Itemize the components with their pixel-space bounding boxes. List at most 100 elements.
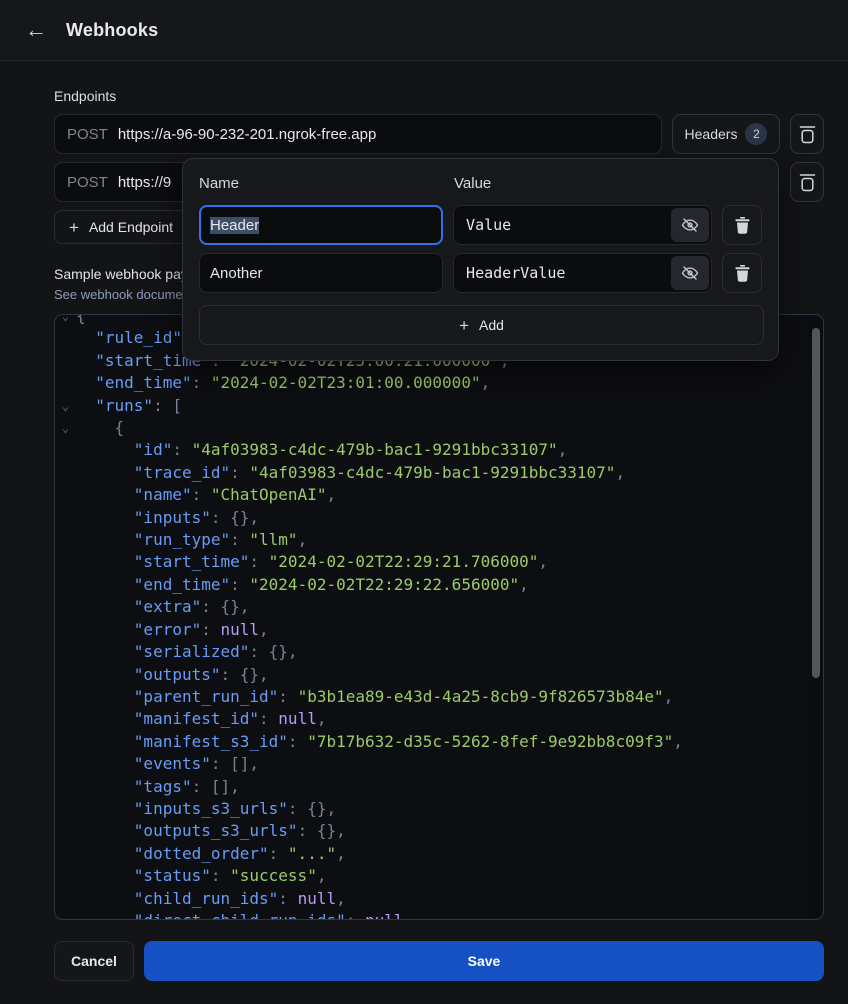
code-line: "child_run_ids": null, bbox=[55, 888, 823, 910]
back-button[interactable]: ← bbox=[22, 16, 50, 44]
code-line: "manifest_id": null, bbox=[55, 708, 823, 730]
code-line: "end_time": "2024-02-02T23:01:00.000000"… bbox=[55, 372, 823, 394]
endpoint-url-2: https://9 bbox=[118, 174, 171, 191]
delete-header-button-1[interactable] bbox=[722, 205, 762, 245]
plus-icon: + bbox=[69, 219, 79, 236]
trash-filled-icon bbox=[735, 265, 750, 282]
code-gutter bbox=[55, 664, 76, 686]
code-line: "outputs": {}, bbox=[55, 664, 823, 686]
header-name-value-1: Header bbox=[210, 217, 259, 234]
cancel-button[interactable]: Cancel bbox=[54, 941, 134, 981]
code-line: "serialized": {}, bbox=[55, 641, 823, 663]
toggle-value-visibility-button-1[interactable] bbox=[671, 208, 709, 242]
code-gutter bbox=[55, 753, 76, 775]
header-name-value-2: Another bbox=[210, 265, 263, 282]
header-value-text-2: HeaderValue bbox=[466, 264, 565, 282]
code-gutter bbox=[55, 596, 76, 618]
code-gutter bbox=[55, 686, 76, 708]
code-line: "parent_run_id": "b3b1ea89-e43d-4a25-8cb… bbox=[55, 686, 823, 708]
code-line: "error": null, bbox=[55, 619, 823, 641]
headers-count-badge: 2 bbox=[745, 123, 767, 145]
header-row-1: Header Value bbox=[199, 205, 762, 245]
code-line: "end_time": "2024-02-02T22:29:22.656000"… bbox=[55, 574, 823, 596]
trash-icon bbox=[799, 173, 816, 192]
add-endpoint-label: Add Endpoint bbox=[89, 219, 173, 235]
code-gutter bbox=[55, 708, 76, 730]
code-line: "events": [], bbox=[55, 753, 823, 775]
code-gutter bbox=[55, 888, 76, 910]
sample-payload-code-block: ⌄{"rule_id": "start_time": "2024-02-02T2… bbox=[54, 314, 824, 920]
code-line: "direct_child_run_ids": null, bbox=[55, 910, 823, 920]
header-name-input-1[interactable]: Header bbox=[199, 205, 443, 245]
endpoint-url-1: https://a-96-90-232-201.ngrok-free.app bbox=[118, 126, 377, 143]
save-button[interactable]: Save bbox=[144, 941, 824, 981]
code-gutter bbox=[55, 327, 76, 349]
page-title: Webhooks bbox=[66, 20, 158, 41]
add-header-label: Add bbox=[479, 317, 504, 333]
code-line: ⌄"runs": [ bbox=[55, 395, 823, 417]
code-scrollbar-thumb[interactable] bbox=[812, 328, 820, 678]
eye-off-icon bbox=[681, 216, 699, 234]
code-lines: ⌄{"rule_id": "start_time": "2024-02-02T2… bbox=[55, 314, 823, 920]
code-gutter bbox=[55, 776, 76, 798]
headers-button-1[interactable]: Headers 2 bbox=[672, 114, 780, 154]
headers-popover: Name Value Header Value bbox=[182, 158, 779, 361]
code-gutter bbox=[55, 439, 76, 461]
popover-column-labels: Name Value bbox=[199, 175, 762, 192]
code-line: "inputs_s3_urls": {}, bbox=[55, 798, 823, 820]
code-line: "name": "ChatOpenAI", bbox=[55, 484, 823, 506]
value-column-label: Value bbox=[454, 175, 491, 192]
plus-icon: + bbox=[459, 317, 469, 334]
code-line: "manifest_s3_id": "7b17b632-d35c-5262-8f… bbox=[55, 731, 823, 753]
code-line: ⌄{ bbox=[55, 417, 823, 439]
code-gutter bbox=[55, 372, 76, 394]
eye-off-icon bbox=[681, 264, 699, 282]
code-gutter bbox=[55, 798, 76, 820]
trash-icon bbox=[799, 125, 816, 144]
header-value-input-1[interactable]: Value bbox=[453, 205, 712, 245]
header-name-input-2[interactable]: Another bbox=[199, 253, 443, 293]
endpoint-url-input-1[interactable]: POST https://a-96-90-232-201.ngrok-free.… bbox=[54, 114, 662, 154]
code-line: "status": "success", bbox=[55, 865, 823, 887]
code-line: "run_type": "llm", bbox=[55, 529, 823, 551]
footer-actions: Cancel Save bbox=[54, 941, 824, 981]
toggle-value-visibility-button-2[interactable] bbox=[671, 256, 709, 290]
endpoint-row-1: POST https://a-96-90-232-201.ngrok-free.… bbox=[54, 114, 824, 154]
fold-chevron-icon[interactable]: ⌄ bbox=[55, 395, 76, 417]
code-line: "dotted_order": "...", bbox=[55, 843, 823, 865]
code-gutter bbox=[55, 484, 76, 506]
code-gutter bbox=[55, 843, 76, 865]
code-gutter bbox=[55, 529, 76, 551]
name-column-label: Name bbox=[199, 175, 454, 192]
fold-chevron-icon[interactable]: ⌄ bbox=[55, 417, 76, 439]
code-gutter bbox=[55, 731, 76, 753]
delete-header-button-2[interactable] bbox=[722, 253, 762, 293]
code-gutter bbox=[55, 574, 76, 596]
code-gutter bbox=[55, 462, 76, 484]
back-arrow-icon: ← bbox=[25, 19, 47, 41]
code-line: "id": "4af03983-c4dc-479b-bac1-9291bbc33… bbox=[55, 439, 823, 461]
code-line: "trace_id": "4af03983-c4dc-479b-bac1-929… bbox=[55, 462, 823, 484]
code-gutter bbox=[55, 619, 76, 641]
code-gutter bbox=[55, 820, 76, 842]
code-gutter bbox=[55, 507, 76, 529]
delete-endpoint-button-2[interactable] bbox=[790, 162, 824, 202]
header-row-2: Another HeaderValue bbox=[199, 253, 762, 293]
endpoint-method-1: POST bbox=[67, 126, 108, 143]
code-line: "extra": {}, bbox=[55, 596, 823, 618]
code-gutter bbox=[55, 551, 76, 573]
headers-button-label: Headers bbox=[685, 126, 738, 142]
header-value-input-2[interactable]: HeaderValue bbox=[453, 253, 712, 293]
code-line: "tags": [], bbox=[55, 776, 823, 798]
code-gutter bbox=[55, 350, 76, 372]
trash-filled-icon bbox=[735, 217, 750, 234]
code-gutter bbox=[55, 910, 76, 920]
fold-chevron-icon[interactable]: ⌄ bbox=[55, 314, 76, 327]
topbar: ← Webhooks bbox=[0, 0, 848, 61]
endpoint-method-2: POST bbox=[67, 174, 108, 191]
endpoints-label: Endpoints bbox=[54, 88, 824, 104]
add-header-button[interactable]: + Add bbox=[199, 305, 764, 345]
code-gutter bbox=[55, 865, 76, 887]
code-line: "inputs": {}, bbox=[55, 507, 823, 529]
delete-endpoint-button-1[interactable] bbox=[790, 114, 824, 154]
